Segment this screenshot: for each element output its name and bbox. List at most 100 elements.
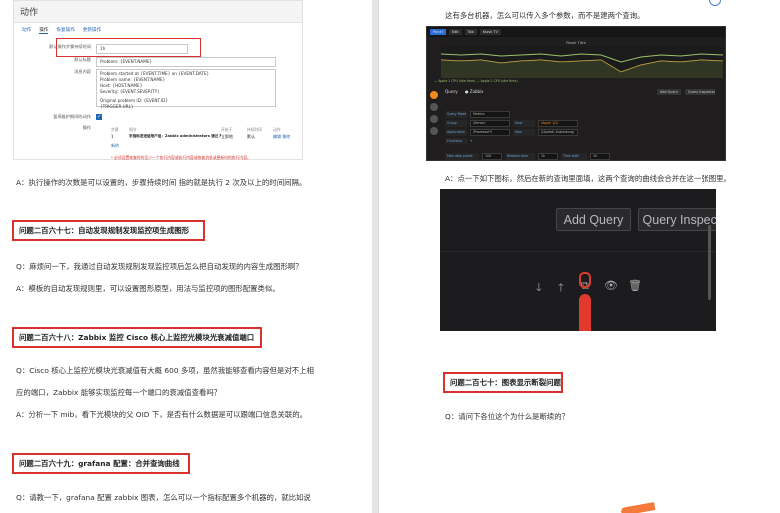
question-paragraph: Q：麻烦问一下，我通过自动发现规制发现监控项后怎么把自动发现的内容生成图形啊？ — [16, 262, 303, 271]
highlight-ring — [579, 272, 591, 288]
query-tab-icon[interactable] — [430, 91, 438, 99]
query-inspector-button[interactable]: Query Inspector — [685, 89, 715, 95]
message-label: 消息内容 — [74, 69, 91, 74]
annotation-stroke — [620, 502, 656, 513]
move-down-icon[interactable]: 🡓 — [536, 279, 542, 298]
op-step: 1 — [111, 134, 114, 139]
tab-action[interactable]: 动作 — [22, 27, 31, 34]
query-row: Functions + — [445, 138, 715, 144]
field-value[interactable]: Metrics — [470, 111, 510, 118]
col-steps: 步骤 — [111, 127, 119, 132]
left-page: 动作 动作 操作 恢复操作 更新操作 默认操作步骤持续时间 1h 默认标题 Pr… — [0, 0, 372, 513]
question-title: 问题二百六十九：grafana 配置：合并查询曲线 — [19, 459, 180, 468]
right-page: 这有多台机器，怎么可以传入多个参数，而不是建两个查询。 Panel Edit T… — [378, 0, 780, 513]
operations-label: 操作 — [82, 125, 91, 130]
question-paragraph: 应的端口，Zabbix 能够实现监控每一个端口的衰减值查看吗？ — [16, 388, 222, 397]
tab-operations[interactable]: 操作 — [39, 27, 49, 34]
add-function-button[interactable]: + — [470, 138, 473, 144]
grafana-tab[interactable]: Panel — [430, 29, 446, 35]
grafana-toolbar-screenshot: Add Query Query Inspector ? 🡓 🡑 ⧉ 👁 🗑 — [440, 189, 716, 331]
question-paragraph: Q：Cisco 核心上监控光模块光衰减值有大概 600 多项，虽然我能够查看内容… — [16, 366, 314, 375]
field-label: Group — [445, 120, 467, 127]
option-label: Max data points — [445, 153, 479, 160]
scrollbar[interactable] — [708, 225, 711, 300]
zabbix-tabs: 动作 操作 恢复操作 更新操作 — [22, 27, 101, 34]
question-heading-270: 问题二百七十：图表显示断裂问题 — [443, 372, 563, 393]
grafana-tab[interactable]: Edit — [448, 29, 462, 35]
question-paragraph: Q：请教一下，grafana 配置 zabbix 图表，怎么可以一个指标配置多个… — [16, 493, 311, 502]
pause-row: 暂停维护期间的动作 ✓ — [14, 114, 102, 120]
add-query-button[interactable]: Add Query — [556, 208, 631, 231]
question-title: 问题二百六十八：Zabbix 监控 Cisco 核心上监控光模块光衰减值端口 — [19, 333, 255, 342]
zabbix-action-screenshot: 动作 动作 操作 恢复操作 更新操作 默认操作步骤持续时间 1h 默认标题 Pr… — [13, 0, 303, 160]
move-up-icon[interactable]: 🡑 — [558, 279, 564, 298]
default-subject-label: 默认标题 — [74, 57, 91, 62]
graph-legend: — Apple 1 CPU (idle time) — Apple 2 CPU … — [434, 79, 518, 83]
message-row: 消息内容 Problem started at {EVENT.TIME} on … — [14, 69, 276, 109]
series-area — [441, 60, 723, 78]
op-edit-remove-link[interactable]: 编辑 移除 — [273, 134, 290, 140]
datasource-name: Zabbix — [469, 89, 484, 94]
field-value[interactable]: /(Speed) Auslastung/ — [538, 129, 578, 136]
op-start: 立即地 — [221, 134, 233, 139]
answer-paragraph: A：点一下如下图标，然后在新的查询里面填，这两个查询的曲线会合并在这一张图里。 — [445, 174, 731, 183]
op-details: 手指标发送给用户组：Zabbix administrators 通过 所有媒介 — [129, 134, 221, 138]
highlight-box — [56, 38, 201, 57]
trash-icon[interactable]: 🗑 — [628, 279, 642, 292]
query-row: Query Mode Metrics — [445, 111, 715, 118]
query-inspector-button[interactable]: Query Inspector — [638, 208, 716, 231]
question-title: 问题二百六十七：自动发现规制发现监控项生成图形 — [19, 226, 189, 235]
query-label: Query — [445, 89, 458, 94]
intro-paragraph: 这有多台机器，怎么可以传入多个参数，而不是建两个查询。 — [445, 11, 645, 20]
tab-recovery-operations[interactable]: 恢复操作 — [56, 27, 74, 34]
field-value[interactable]: /Prozessor*/ — [470, 129, 510, 136]
option-value[interactable]: 100 — [482, 153, 502, 160]
grafana-tab[interactable]: Tab — [464, 29, 477, 35]
field-label: Host — [513, 120, 535, 127]
add-query-button[interactable]: Add Query — [657, 89, 681, 95]
answer-paragraph: A：模板的自动发现规则里，可以设置图形原型，用法与监控项的图形配置类似。 — [16, 284, 280, 293]
query-editor: Query Mode Metrics Group /Server/ Host /… — [445, 111, 715, 149]
col-details: 细节 — [129, 127, 137, 132]
operations-row: 操作 — [14, 125, 96, 131]
col-action: 动作 — [273, 127, 281, 132]
field-label: Query Mode — [445, 111, 467, 118]
option-label: Relative time — [505, 153, 535, 160]
grafana-topbar: Panel Edit Tab Kiosk TV — [427, 27, 725, 37]
required-note: * 必须设置恢复时的至少一个执行内容或执行内容或恢复消息或更新时的执行内容。 — [111, 155, 251, 160]
answer-paragraph: A：分析一下 mib，看下光模块的父 OID 下，是否有什么数据是可以跟端口信息… — [16, 410, 308, 419]
field-label: Functions — [445, 138, 467, 144]
message-line: {TRIGGER.URL} — [100, 104, 134, 109]
default-subject-input[interactable]: Problem: {EVENT.NAME} — [96, 57, 276, 67]
pause-checkbox[interactable]: ✓ — [96, 114, 102, 120]
op-duration: 默认 — [247, 134, 255, 139]
datasource-select[interactable]: ● Zabbix — [465, 89, 484, 94]
general-tab-icon[interactable] — [430, 115, 438, 123]
pause-label: 暂停维护期间的动作 — [53, 114, 91, 119]
query-row: Group /Server/ Host /Apple 1|2/ — [445, 120, 715, 127]
question-heading-268: 问题二百六十八：Zabbix 监控 Cisco 核心上监控光模块光衰减值端口 — [12, 327, 262, 348]
option-value[interactable]: 1h — [538, 153, 558, 160]
alert-tab-icon[interactable] — [430, 127, 438, 135]
eye-icon[interactable]: 👁 — [604, 279, 618, 292]
highlight-arrow — [579, 294, 591, 331]
tab-update-operations[interactable]: 更新操作 — [83, 27, 101, 34]
new-operation-link[interactable]: 新的 — [111, 143, 119, 149]
grafana-graph — [441, 46, 723, 78]
message-textarea[interactable]: Problem started at {EVENT.TIME} on {EVEN… — [96, 69, 276, 109]
zabbix-title: 动作 — [20, 8, 39, 18]
divider — [440, 251, 716, 252]
option-value[interactable]: 1h — [590, 153, 610, 160]
col-duration: 持续时间 — [247, 127, 263, 132]
field-label: Item — [513, 129, 535, 136]
grafana-side-rail — [430, 91, 441, 135]
field-label: Application — [445, 129, 467, 136]
question-paragraph: Q：请问下各位这个为什么是断续的？ — [445, 412, 570, 421]
query-row: Application /Prozessor*/ Item /(Speed) A… — [445, 129, 715, 136]
field-value[interactable]: /Apple 1|2/ — [538, 120, 578, 127]
info-icon — [709, 0, 721, 6]
field-value[interactable]: /Server/ — [470, 120, 510, 127]
query-options: Max data points 100 Relative time 1h Tim… — [445, 153, 610, 160]
grafana-tab[interactable]: Kiosk TV — [479, 29, 502, 35]
visualization-tab-icon[interactable] — [430, 103, 438, 111]
